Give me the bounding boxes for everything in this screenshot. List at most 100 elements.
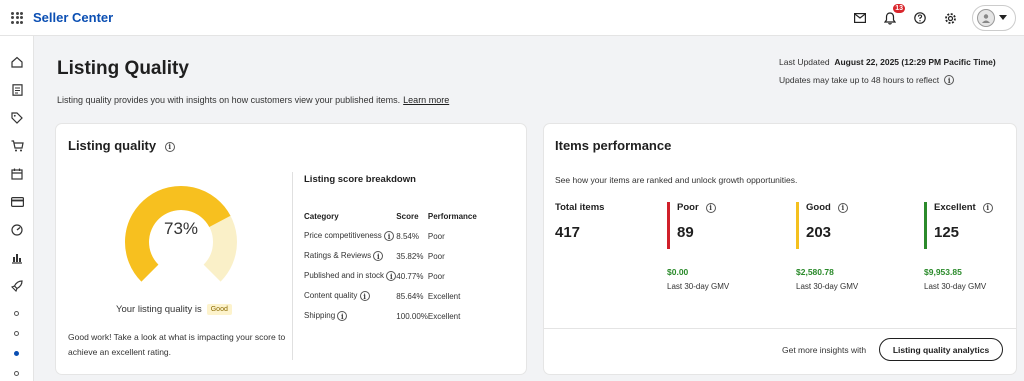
good-gmv-label: Last 30-day GMV bbox=[796, 282, 859, 291]
info-icon[interactable]: i bbox=[373, 251, 384, 261]
document-icon[interactable] bbox=[9, 82, 25, 98]
divider bbox=[292, 172, 293, 360]
performance-cell: Excellent bbox=[427, 291, 461, 301]
good-gmv: $2,580.78 bbox=[796, 267, 834, 277]
mail-icon[interactable] bbox=[852, 10, 868, 26]
account-menu[interactable] bbox=[972, 5, 1016, 31]
last-updated-value: August 22, 2025 (12:29 PM Pacific Time) bbox=[834, 57, 996, 67]
sidebar-subitem-dot[interactable] bbox=[14, 331, 19, 336]
quality-message: Good work! Take a look at what is impact… bbox=[68, 332, 286, 357]
info-icon[interactable]: i bbox=[164, 141, 175, 152]
category-label: Content quality bbox=[304, 291, 358, 301]
info-icon[interactable]: i bbox=[337, 311, 348, 321]
cart-icon[interactable] bbox=[9, 138, 25, 154]
info-icon[interactable]: i bbox=[386, 271, 397, 281]
top-bar: Seller Center 13 bbox=[0, 0, 1024, 36]
category-cell: Content quality i bbox=[304, 286, 396, 306]
table-row: Price competitiveness i 8.54% Poor bbox=[304, 226, 477, 246]
card-footer-divider bbox=[544, 328, 1016, 329]
notification-badge: 13 bbox=[893, 4, 905, 13]
gear-icon[interactable] bbox=[942, 10, 958, 26]
good-indicator-bar bbox=[796, 202, 799, 249]
bar-chart-icon[interactable] bbox=[9, 250, 25, 266]
excellent-value: 125 bbox=[934, 224, 960, 241]
page-description: Listing quality provides you with insigh… bbox=[57, 95, 449, 105]
page-title: Listing Quality bbox=[57, 58, 189, 79]
category-cell: Published and in stock i bbox=[304, 266, 397, 286]
sidebar-subitem-dot[interactable] bbox=[14, 371, 19, 376]
performance-cell: Excellent bbox=[427, 311, 461, 321]
category-label: Published and in stock bbox=[304, 271, 385, 281]
sidebar-subitem-dot[interactable] bbox=[14, 311, 19, 316]
items-performance-card: Items performance See how your items are… bbox=[544, 124, 1016, 374]
gauge-icon[interactable] bbox=[9, 222, 25, 238]
excellent-items-metric[interactable]: Excellent i 125 $9,953.85 Last 30-day GMV bbox=[924, 202, 1010, 302]
score-breakdown: Listing score breakdown Category Score P… bbox=[304, 174, 477, 321]
category-cell: Price competitiveness i bbox=[304, 226, 396, 246]
caret-down-icon bbox=[999, 15, 1007, 20]
category-label: Price competitiveness bbox=[304, 231, 382, 241]
excellent-label: Excellent bbox=[934, 202, 976, 213]
excellent-indicator-bar bbox=[924, 202, 927, 249]
breakdown-table: Category Score Performance Price competi… bbox=[304, 206, 477, 326]
breakdown-title: Listing score breakdown bbox=[304, 174, 416, 185]
last-updated-label: Last Updated bbox=[779, 57, 830, 67]
score-cell: 100.00% bbox=[396, 311, 428, 321]
footer-text: Get more insights with bbox=[782, 345, 867, 355]
sidebar bbox=[0, 36, 34, 381]
brand-logo[interactable]: Seller Center bbox=[33, 10, 113, 25]
quality-status-prefix: Your listing quality is bbox=[116, 304, 202, 315]
quality-status-line: Your listing quality is Good bbox=[116, 304, 232, 315]
bell-icon[interactable]: 13 bbox=[882, 4, 905, 26]
calendar-icon[interactable] bbox=[9, 166, 25, 182]
performance-cell: Poor bbox=[427, 251, 445, 261]
page-description-text: Listing quality provides you with insigh… bbox=[57, 95, 401, 105]
info-icon[interactable]: i bbox=[705, 202, 716, 213]
performance-cell: Poor bbox=[427, 231, 445, 241]
score-cell: 35.82% bbox=[396, 251, 424, 261]
performance-cell: Poor bbox=[427, 271, 445, 281]
poor-gmv: $0.00 bbox=[667, 267, 689, 277]
info-icon[interactable]: i bbox=[359, 291, 370, 301]
sidebar-subitem-dot-active[interactable] bbox=[14, 351, 19, 356]
score-cell: 8.54% bbox=[396, 231, 419, 241]
column-header-score: Score bbox=[396, 211, 419, 221]
items-performance-title: Items performance bbox=[555, 138, 672, 153]
total-items-metric: Total items 417 bbox=[555, 202, 604, 241]
rocket-icon[interactable] bbox=[9, 278, 25, 294]
table-row: Content quality i 85.64% Excellent bbox=[304, 286, 477, 306]
app-grid-icon[interactable] bbox=[11, 11, 23, 24]
items-performance-description: See how your items are ranked and unlock… bbox=[555, 175, 798, 185]
good-items-metric[interactable]: Good i 203 $2,580.78 Last 30-day GMV bbox=[796, 202, 906, 302]
excellent-gmv: $9,953.85 bbox=[924, 267, 962, 277]
table-row: Published and in stock i 40.77% Poor bbox=[304, 266, 477, 286]
category-cell: Shipping i bbox=[304, 306, 396, 326]
update-note: Updates may take up to 48 hours to refle… bbox=[779, 75, 940, 85]
listing-quality-analytics-button[interactable]: Listing quality analytics bbox=[879, 338, 1003, 361]
excellent-gmv-label: Last 30-day GMV bbox=[924, 282, 987, 291]
total-items-label: Total items bbox=[555, 202, 605, 213]
quality-gauge bbox=[125, 186, 237, 282]
avatar-icon bbox=[977, 9, 995, 27]
help-icon[interactable] bbox=[912, 10, 928, 26]
info-icon[interactable]: i bbox=[982, 202, 993, 213]
good-label: Good bbox=[806, 202, 831, 213]
poor-value: 89 bbox=[677, 224, 694, 241]
quality-score-percent: 73% bbox=[163, 219, 199, 238]
status-badge: Good bbox=[206, 304, 232, 315]
home-icon[interactable] bbox=[9, 54, 25, 70]
poor-items-metric[interactable]: Poor i 89 $0.00 Last 30-day GMV bbox=[667, 202, 777, 302]
card-icon[interactable] bbox=[9, 194, 25, 210]
category-cell: Ratings & Reviews i bbox=[304, 246, 396, 266]
last-updated-panel: Last Updated August 22, 2025 (12:29 PM P… bbox=[779, 57, 1004, 85]
info-icon[interactable]: i bbox=[944, 75, 955, 85]
category-label: Ratings & Reviews bbox=[304, 251, 372, 261]
good-value: 203 bbox=[806, 224, 832, 241]
info-icon[interactable]: i bbox=[837, 202, 848, 213]
listing-quality-title: Listing quality i bbox=[68, 138, 175, 153]
learn-more-link[interactable]: Learn more bbox=[403, 95, 449, 105]
table-header-row: Category Score Performance bbox=[304, 206, 477, 226]
score-cell: 85.64% bbox=[396, 291, 424, 301]
info-icon[interactable]: i bbox=[384, 231, 395, 241]
tag-icon[interactable] bbox=[9, 110, 25, 126]
